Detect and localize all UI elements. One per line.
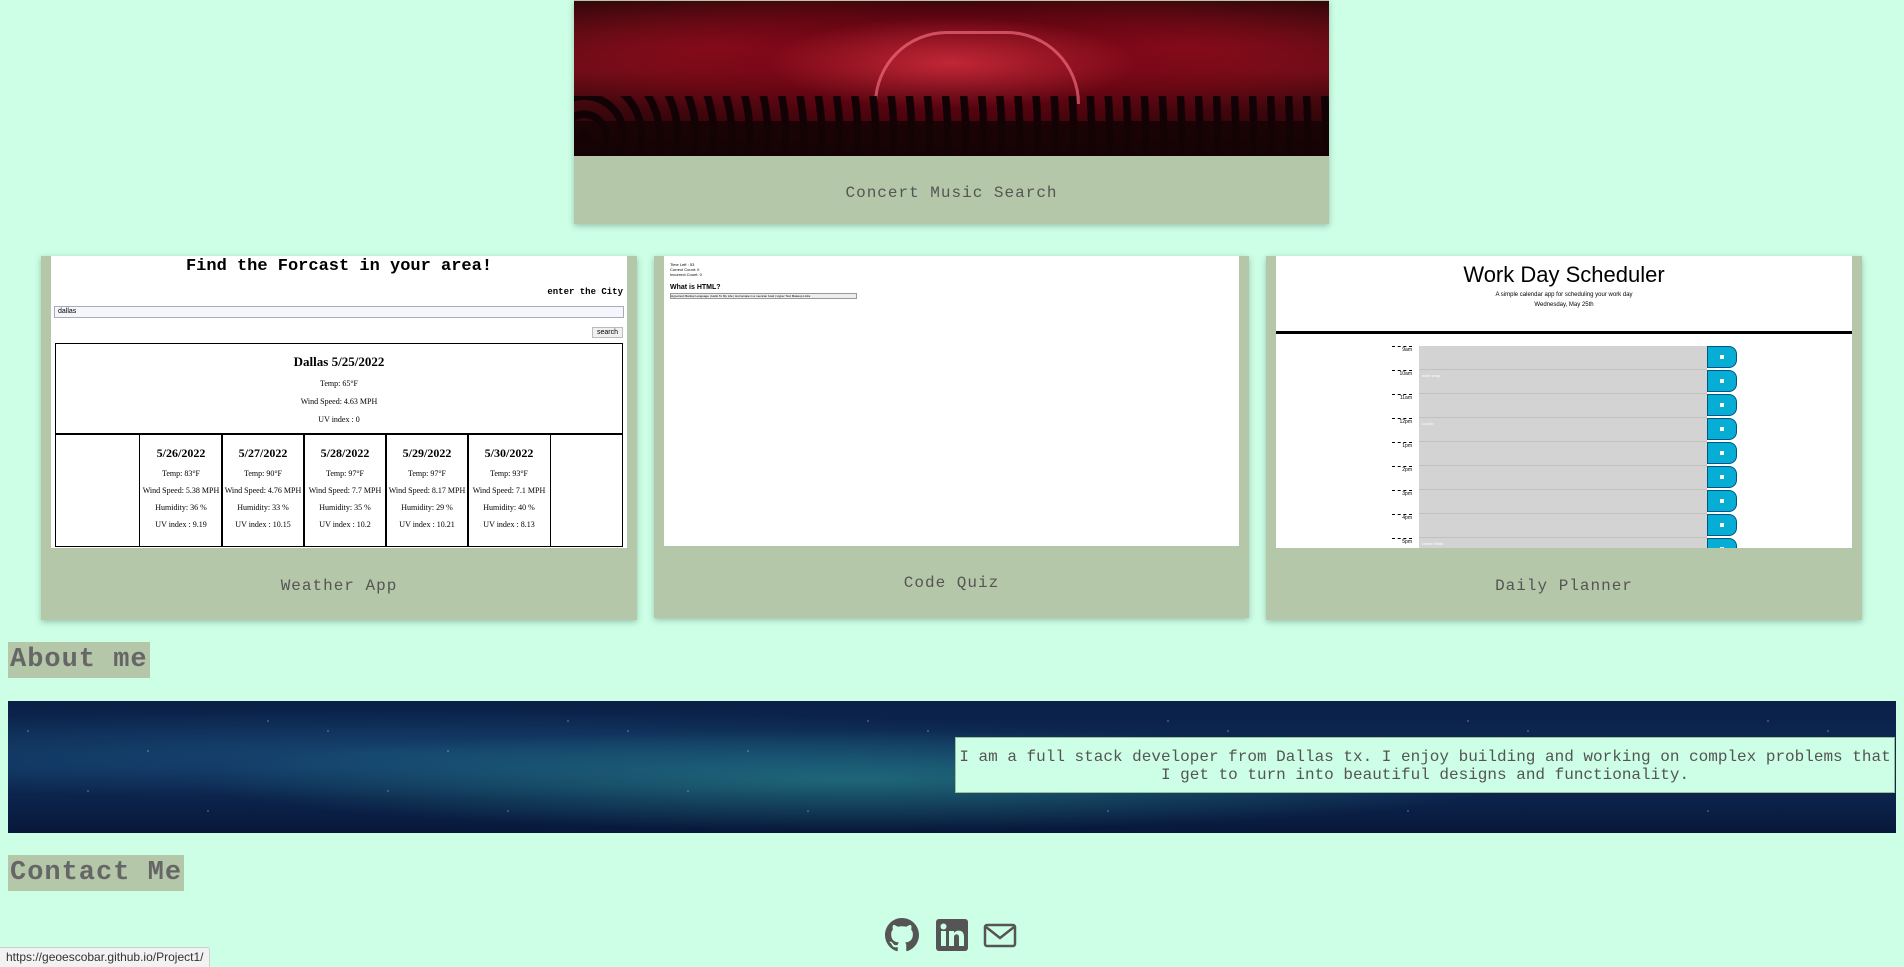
planner-save-button <box>1707 394 1737 416</box>
planner-hour: 2pm <box>1392 466 1412 488</box>
quiz-question: What is HTML? <box>670 284 721 291</box>
planner-entry <box>1419 466 1707 490</box>
project-card-quiz[interactable]: Time Left : 53 Correct Count: 0 Incorrec… <box>654 256 1249 618</box>
stage-lights <box>874 31 1080 104</box>
weather-search-button: search <box>591 327 623 338</box>
forecast-uv: UV index : 10.2 <box>319 520 371 529</box>
planner-entry <box>1419 490 1707 514</box>
planner-save-button <box>1707 490 1737 512</box>
weather-today-uv: UV index : 0 <box>318 415 360 424</box>
forecast-date: 5/30/2022 <box>484 446 534 460</box>
forecast-wind: Wind Speed: 8.17 MPH <box>388 486 466 495</box>
about-banner: I am a full stack developer from Dallas … <box>8 701 1896 833</box>
planner-hour: 11am <box>1392 394 1412 416</box>
planner-hour: 9am <box>1392 346 1412 368</box>
forecast-day: 5/27/2022 Temp: 90°F Wind Speed: 4.76 MP… <box>221 434 305 546</box>
weather-today-temp: Temp: 65°F <box>320 379 358 388</box>
planner-save-button <box>1707 466 1737 488</box>
forecast-temp: Temp: 97°F <box>326 469 364 478</box>
planner-hour: 5pm <box>1392 538 1412 548</box>
about-text: I am a full stack developer from Dallas … <box>955 737 1895 793</box>
planner-date: Wednesday, May 25th <box>1534 302 1594 308</box>
forecast-uv: UV index : 8.13 <box>483 520 535 529</box>
forecast-humidity: Humidity: 36 % <box>155 503 207 512</box>
contact-heading: Contact Me <box>8 855 185 891</box>
forecast-day: 5/26/2022 Temp: 83°F Wind Speed: 5.38 MP… <box>139 434 223 546</box>
weather-today-city: Dallas 5/25/2022 <box>293 354 385 369</box>
planner-entry <box>1419 442 1707 466</box>
weather-enter-label: enter the City <box>547 287 623 297</box>
forecast-temp: Temp: 90°F <box>244 469 282 478</box>
status-bar-url: https://geoescobar.github.io/Project1/ <box>0 947 211 967</box>
forecast-day: 5/30/2022 Temp: 93°F Wind Speed: 7.1 MPH… <box>467 434 551 546</box>
project-title[interactable]: Code Quiz <box>654 574 1249 592</box>
planner-divider <box>1276 331 1852 334</box>
forecast-temp: Temp: 83°F <box>162 469 200 478</box>
planner-title: Work Day Scheduler <box>1463 262 1665 287</box>
forecast-wind: Wind Speed: 7.1 MPH <box>472 486 546 495</box>
github-icon[interactable] <box>885 918 919 952</box>
planner-hour: 1pm <box>1392 442 1412 464</box>
forecast-day: 5/29/2022 Temp: 97°F Wind Speed: 8.17 MP… <box>385 434 469 546</box>
planner-save-button <box>1707 346 1737 368</box>
planner-hour: 12pm <box>1392 418 1412 440</box>
crowd-foreground <box>574 121 1329 156</box>
weather-title: Find the Forcast in your area! <box>185 257 493 276</box>
project-title[interactable]: Weather App <box>41 577 637 595</box>
planner-entry: work shop <box>1419 370 1707 394</box>
project-card-planner[interactable]: Work Day Scheduler A simple calendar app… <box>1266 256 1862 620</box>
forecast-date: 5/27/2022 <box>238 446 288 460</box>
linkedin-icon[interactable] <box>935 918 969 952</box>
about-heading: About me <box>8 642 150 678</box>
forecast-humidity: Humidity: 33 % <box>237 503 289 512</box>
planner-hour: 10am <box>1392 370 1412 392</box>
project-card-concert[interactable]: Concert Music Search <box>574 0 1329 224</box>
forecast-uv: UV index : 9.19 <box>155 520 207 529</box>
forecast-temp: Temp: 93°F <box>490 469 528 478</box>
forecast-humidity: Humidity: 29 % <box>401 503 453 512</box>
planner-save-button <box>1707 442 1737 464</box>
planner-save-button <box>1707 370 1737 392</box>
planner-entry <box>1419 514 1707 538</box>
weather-screenshot[interactable]: Find the Forcast in your area! enter the… <box>51 256 627 548</box>
forecast-uv: UV index : 10.15 <box>235 520 291 529</box>
forecast-humidity: Humidity: 35 % <box>319 503 371 512</box>
forecast-date: 5/28/2022 <box>320 446 370 460</box>
forecast-date: 5/29/2022 <box>402 446 452 460</box>
planner-hour: 4pm <box>1392 514 1412 536</box>
planner-save-button <box>1707 514 1737 536</box>
weather-today-panel: Dallas 5/25/2022 Temp: 65°F Wind Speed: … <box>55 343 623 435</box>
project-card-weather[interactable]: Find the Forcast in your area! enter the… <box>41 256 637 620</box>
planner-entry: Leave Work <box>1419 538 1707 548</box>
weather-forecast-panel: 5/26/2022 Temp: 83°F Wind Speed: 5.38 MP… <box>55 433 623 547</box>
planner-save-button <box>1707 418 1737 440</box>
forecast-uv: UV index : 10.21 <box>399 520 455 529</box>
forecast-temp: Temp: 97°F <box>408 469 446 478</box>
planner-entry: Lunch <box>1419 418 1707 442</box>
planner-hour: 3pm <box>1392 490 1412 512</box>
forecast-wind: Wind Speed: 5.38 MPH <box>142 486 220 495</box>
weather-today-wind: Wind Speed: 4.63 MPH <box>300 397 378 406</box>
quiz-options: Hypertext Markup Language | Hello To My … <box>670 293 857 299</box>
forecast-date: 5/26/2022 <box>156 446 206 460</box>
concert-screenshot[interactable] <box>574 1 1329 156</box>
weather-city-input: dallas <box>54 306 624 318</box>
mail-icon[interactable] <box>983 918 1017 952</box>
forecast-wind: Wind Speed: 7.7 MPH <box>308 486 382 495</box>
planner-entry <box>1419 346 1707 370</box>
quiz-screenshot[interactable]: Time Left : 53 Correct Count: 0 Incorrec… <box>664 256 1239 546</box>
project-title[interactable]: Concert Music Search <box>574 184 1329 202</box>
forecast-day: 5/28/2022 Temp: 97°F Wind Speed: 7.7 MPH… <box>303 434 387 546</box>
planner-save-button <box>1707 538 1737 548</box>
planner-subtitle: A simple calendar app for scheduling you… <box>1495 292 1633 298</box>
planner-screenshot[interactable]: Work Day Scheduler A simple calendar app… <box>1276 256 1852 548</box>
forecast-wind: Wind Speed: 4.76 MPH <box>224 486 302 495</box>
quiz-incorrect-count: Incorrect Count: 0 <box>670 272 702 277</box>
planner-entry <box>1419 394 1707 418</box>
forecast-humidity: Humidity: 40 % <box>483 503 535 512</box>
project-title[interactable]: Daily Planner <box>1266 577 1862 595</box>
